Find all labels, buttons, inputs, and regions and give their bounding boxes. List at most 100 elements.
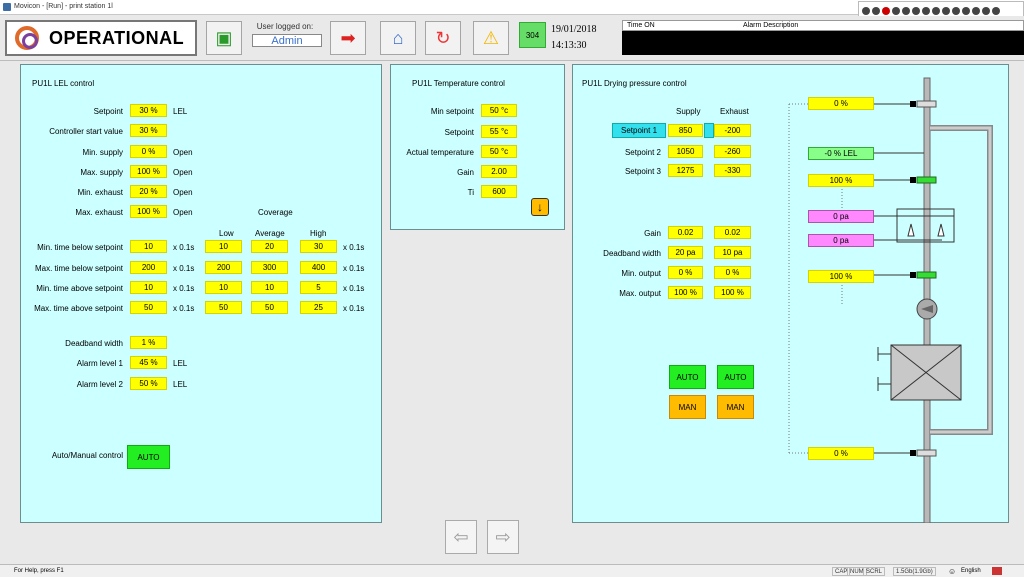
- lock-icon[interactable]: [922, 7, 930, 15]
- arrow-down-icon: ↓: [537, 200, 543, 214]
- home-button[interactable]: ⌂: [380, 21, 416, 55]
- table-cell-high[interactable]: 400: [300, 261, 337, 274]
- valve3-field: 100 %: [808, 270, 874, 283]
- max-supply-unit: Open: [173, 168, 193, 177]
- table-cell-avg[interactable]: 20: [251, 240, 288, 253]
- table-row-unit2: x 0.1s: [343, 264, 365, 273]
- table-cell-high[interactable]: 5: [300, 281, 337, 294]
- close-icon[interactable]: [952, 7, 960, 15]
- alarm-button[interactable]: ⚠: [473, 21, 509, 55]
- table-row-value[interactable]: 50: [130, 301, 167, 314]
- user-box: User logged on: Admin: [245, 22, 325, 54]
- time: 14:13:30: [551, 40, 587, 51]
- max-supply-field[interactable]: 100 %: [130, 165, 167, 178]
- col-low: Low: [219, 229, 234, 238]
- alarm1-unit: LEL: [173, 359, 188, 368]
- deadband-field[interactable]: 1 %: [130, 336, 167, 349]
- temp-gain-field[interactable]: 2.00: [481, 165, 517, 178]
- table-cell-avg[interactable]: 10: [251, 281, 288, 294]
- alarm-col-desc[interactable]: Alarm Description: [743, 22, 798, 29]
- auto-manual-button[interactable]: AUTO: [127, 445, 170, 469]
- expand-button[interactable]: ↓: [531, 198, 549, 216]
- table-row-value[interactable]: 10: [130, 281, 167, 294]
- lel-setpoint-field[interactable]: 30 %: [130, 104, 167, 117]
- table-row-unit2: x 0.1s: [343, 243, 365, 252]
- min-exhaust-field[interactable]: 20 %: [130, 185, 167, 198]
- table-row-unit: x 0.1s: [173, 284, 195, 293]
- bottom-valve-field: 0 %: [808, 447, 874, 460]
- stop-icon[interactable]: [882, 7, 890, 15]
- lel-setpoint-label: Setpoint: [93, 107, 123, 116]
- grid2-icon[interactable]: [962, 7, 970, 15]
- table-cell-avg[interactable]: 50: [251, 301, 288, 314]
- chart-icon[interactable]: [932, 7, 940, 15]
- table-cell-high[interactable]: 30: [300, 240, 337, 253]
- alarm1-field[interactable]: 45 %: [130, 356, 167, 369]
- table-cell-low[interactable]: 50: [205, 301, 242, 314]
- min-supply-field[interactable]: 0 %: [130, 145, 167, 158]
- pause-icon[interactable]: [872, 7, 880, 15]
- door-icon: ▣: [215, 27, 233, 48]
- language-indicator: English: [961, 568, 981, 574]
- user-name[interactable]: Admin: [252, 34, 322, 47]
- alarm2-label: Alarm level 2: [76, 380, 123, 389]
- min-setpoint-field[interactable]: 50 °c: [481, 104, 517, 117]
- window-icon[interactable]: [972, 7, 980, 15]
- window2-icon[interactable]: [982, 7, 990, 15]
- arrow-right-icon: ⇨: [495, 526, 511, 547]
- min-exhaust-unit: Open: [173, 188, 193, 197]
- flag-icon: [992, 567, 1002, 575]
- pressure1-field: 0 pa: [808, 210, 874, 223]
- alarm2-field[interactable]: 50 %: [130, 377, 167, 390]
- temp-gain-label: Gain: [457, 168, 474, 177]
- table-row-value[interactable]: 10: [130, 240, 167, 253]
- alarm-col-time[interactable]: Time ON: [627, 22, 655, 29]
- grid-icon[interactable]: [942, 7, 950, 15]
- table-cell-high[interactable]: 25: [300, 301, 337, 314]
- status-bar: For Help, press F1 CAP NUM SCRL 1.5Gb(1.…: [0, 564, 1024, 577]
- pressure2-field: 0 pa: [808, 234, 874, 247]
- lel-setpoint-unit: LEL: [173, 107, 188, 116]
- temp-setpoint-field[interactable]: 55 °c: [481, 125, 517, 138]
- min-supply-unit: Open: [173, 148, 193, 157]
- lel-reading-field: -0 % LEL: [808, 147, 874, 160]
- logout-button[interactable]: ➡: [330, 21, 366, 55]
- x-icon[interactable]: [992, 7, 1000, 15]
- table-row-unit: x 0.1s: [173, 264, 195, 273]
- alarm-list-header: Time ON Alarm Description: [622, 20, 1024, 31]
- table-row-value[interactable]: 200: [130, 261, 167, 274]
- actual-temp-label: Actual temperature: [406, 148, 474, 157]
- lightning-icon[interactable]: [892, 7, 900, 15]
- lel-title: PU1L LEL control: [32, 79, 95, 88]
- page-icon[interactable]: [912, 7, 920, 15]
- table-row-label: Min. time below setpoint: [37, 243, 123, 252]
- alarm-count: 304: [519, 22, 546, 48]
- minimize-icon[interactable]: [862, 7, 870, 15]
- logo-icon: [15, 26, 39, 50]
- table-cell-low[interactable]: 10: [205, 281, 242, 294]
- table-cell-avg[interactable]: 300: [251, 261, 288, 274]
- prev-page-button[interactable]: ⇦: [445, 520, 477, 554]
- process-diagram: [788, 77, 993, 523]
- next-page-button[interactable]: ⇨: [487, 520, 519, 554]
- max-exhaust-unit: Open: [173, 208, 193, 217]
- table-cell-low[interactable]: 10: [205, 240, 242, 253]
- ctrl-start-label: Controller start value: [49, 127, 123, 136]
- alarm1-label: Alarm level 1: [76, 359, 123, 368]
- exit-screen-button[interactable]: ▣: [206, 21, 242, 55]
- max-exhaust-field[interactable]: 100 %: [130, 205, 167, 218]
- col-high: High: [310, 229, 327, 238]
- valve2-field: 100 %: [808, 174, 874, 187]
- table-cell-low[interactable]: 200: [205, 261, 242, 274]
- warning-icon: ⚠: [482, 27, 500, 48]
- refresh-button[interactable]: ↻: [425, 21, 461, 55]
- pie-icon[interactable]: [902, 7, 910, 15]
- ti-field[interactable]: 600: [481, 185, 517, 198]
- actual-temp-field: 50 °c: [481, 145, 517, 158]
- temp-setpoint-label: Setpoint: [444, 128, 474, 137]
- alarm2-unit: LEL: [173, 380, 188, 389]
- home-icon: ⌂: [392, 27, 404, 48]
- auto-manual-label: Auto/Manual control: [51, 451, 123, 460]
- ctrl-start-field[interactable]: 30 %: [130, 124, 167, 137]
- top-valve-field: 0 %: [808, 97, 874, 110]
